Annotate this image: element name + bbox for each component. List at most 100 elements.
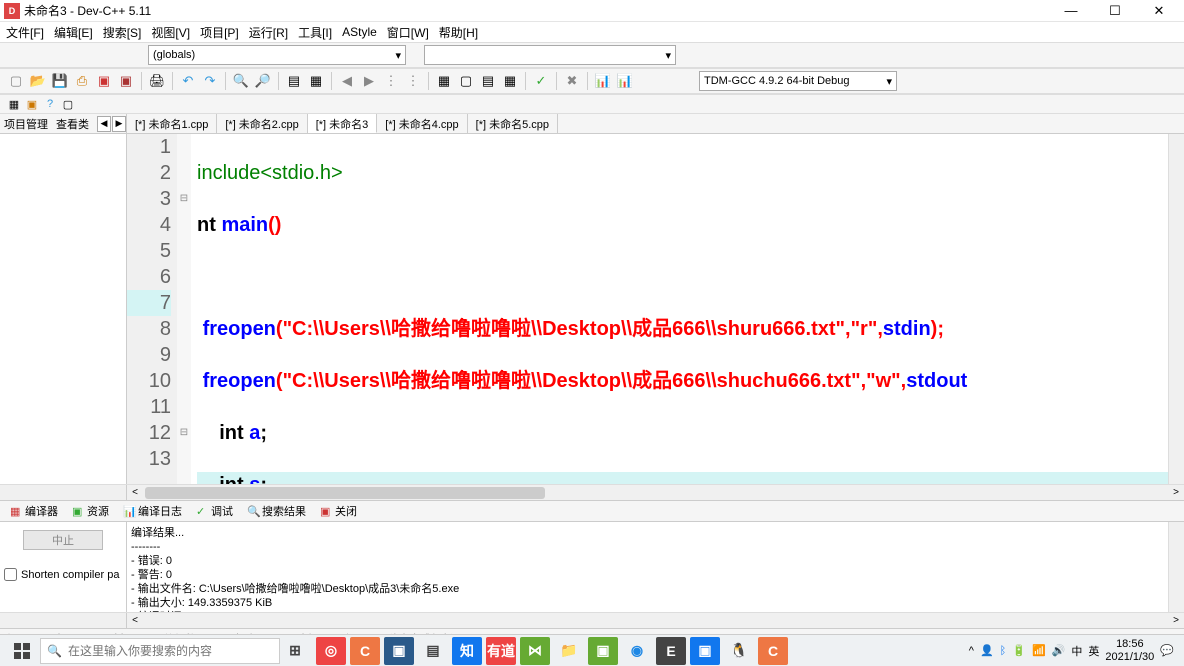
compile-vscrollbar[interactable]	[1168, 522, 1184, 612]
taskbar-edge-icon[interactable]: ◉	[622, 637, 652, 665]
taskbar-app-icon[interactable]: ◎	[316, 637, 346, 665]
editor-vscrollbar[interactable]	[1168, 134, 1184, 484]
tray-notifications-icon[interactable]: 💬	[1160, 644, 1174, 657]
close-file-icon[interactable]: ▣	[94, 71, 114, 91]
menu-window[interactable]: 窗口[W]	[383, 23, 433, 42]
tray-wifi-icon[interactable]: 📶	[1032, 644, 1046, 657]
profile-icon[interactable]: 📊	[593, 71, 613, 91]
open-icon[interactable]: 📂	[28, 71, 48, 91]
about-icon[interactable]: ▢	[60, 96, 76, 112]
tray-people-icon[interactable]: 👤	[980, 644, 994, 657]
menu-view[interactable]: 视图[V]	[147, 23, 194, 42]
code-text[interactable]: include<stdio.h> nt main() freopen("C:\\…	[191, 134, 1168, 484]
run-icon[interactable]: ▢	[456, 71, 476, 91]
profile-delete-icon[interactable]: 📊	[615, 71, 635, 91]
tab-class-view[interactable]: 查看类	[52, 114, 93, 134]
menu-search[interactable]: 搜索[S]	[99, 23, 146, 42]
compile-icon[interactable]: ▦	[434, 71, 454, 91]
taskbar-app-icon[interactable]: ▤	[418, 637, 448, 665]
tray-battery-icon[interactable]: 🔋	[1012, 644, 1026, 657]
undo-icon[interactable]: ↶	[178, 71, 198, 91]
taskbar-app-icon[interactable]: C	[758, 637, 788, 665]
debug-icon[interactable]: ✓	[531, 71, 551, 91]
indent-right-icon[interactable]: ▶	[359, 71, 379, 91]
compile-hscrollbar[interactable]: < >	[127, 613, 1184, 628]
fold-gutter[interactable]: ⊟⊟	[177, 134, 191, 484]
task-view-icon[interactable]: ⊞	[280, 637, 310, 665]
tray-ime-2[interactable]: 英	[1088, 643, 1099, 659]
minimize-button[interactable]: —	[1058, 1, 1084, 21]
scroll-thumb[interactable]	[145, 487, 545, 499]
search-input[interactable]	[68, 644, 273, 658]
taskbar-app-icon[interactable]: 有道	[486, 637, 516, 665]
file-tab[interactable]: [*] 未命名1.cpp	[127, 114, 217, 133]
tab-search-results[interactable]: 🔍搜索结果	[241, 501, 312, 521]
taskbar-app-icon[interactable]: 📁	[554, 637, 584, 665]
new-project-icon[interactable]: ▦	[6, 96, 22, 112]
rebuild-icon[interactable]: ▦	[500, 71, 520, 91]
print-icon[interactable]: 🖨	[147, 71, 167, 91]
compiler-dropdown[interactable]: TDM-GCC 4.9.2 64-bit Debug▾	[699, 71, 897, 91]
menu-file[interactable]: 文件[F]	[2, 23, 48, 42]
help-icon[interactable]: ?	[42, 96, 58, 112]
sidebar-nav-right[interactable]: ▶	[112, 116, 126, 132]
tray-clock[interactable]: 18:56 2021/1/30	[1105, 638, 1154, 664]
sidebar-nav-left[interactable]: ◀	[97, 116, 111, 132]
replace-icon[interactable]: 🔎	[253, 71, 273, 91]
scroll-right-arrow[interactable]: >	[1168, 487, 1184, 498]
shorten-paths-checkbox[interactable]: Shorten compiler pa	[4, 568, 122, 581]
editor-hscrollbar[interactable]: < >	[127, 485, 1184, 500]
menu-run[interactable]: 运行[R]	[245, 23, 292, 42]
menu-help[interactable]: 帮助[H]	[435, 23, 482, 42]
tray-ime-1[interactable]: 中	[1071, 643, 1082, 659]
comment-icon[interactable]: ⋮	[381, 71, 401, 91]
tab-project-manager[interactable]: 项目管理	[0, 114, 52, 134]
toggle-bookmark-icon[interactable]: ▦	[306, 71, 326, 91]
taskbar-app-icon[interactable]: 🐧	[724, 637, 754, 665]
redo-icon[interactable]: ↷	[200, 71, 220, 91]
menu-tools[interactable]: 工具[I]	[294, 23, 336, 42]
menu-project[interactable]: 项目[P]	[196, 23, 243, 42]
file-tab[interactable]: [*] 未命名5.cpp	[468, 114, 558, 133]
menu-edit[interactable]: 编辑[E]	[50, 23, 97, 42]
scroll-right-arrow[interactable]: >	[1168, 615, 1184, 626]
close-button[interactable]: ✕	[1146, 1, 1172, 21]
menu-astyle[interactable]: AStyle	[338, 24, 381, 40]
tab-resources[interactable]: ▣资源	[66, 501, 115, 521]
globals-dropdown[interactable]: (globals)▾	[148, 45, 406, 65]
close-all-icon[interactable]: ▣	[116, 71, 136, 91]
compile-run-icon[interactable]: ▤	[478, 71, 498, 91]
maximize-button[interactable]: ☐	[1102, 1, 1128, 21]
members-dropdown[interactable]: ▾	[424, 45, 676, 65]
taskbar-app-icon[interactable]: ▣	[690, 637, 720, 665]
tab-compiler[interactable]: ▦编译器	[4, 501, 64, 521]
shorten-paths-input[interactable]	[4, 568, 17, 581]
stop-icon[interactable]: ✖	[562, 71, 582, 91]
file-tab[interactable]: [*] 未命名2.cpp	[217, 114, 307, 133]
stop-compile-button[interactable]: 中止	[23, 530, 103, 550]
taskbar-search[interactable]: 🔍	[40, 638, 280, 664]
code-editor[interactable]: 1 2 3 4 5 6 7 8 9 10 11 12 13 ⊟⊟ include…	[127, 134, 1184, 484]
tray-bluetooth-icon[interactable]: ᛒ	[1000, 645, 1007, 657]
taskbar-app-icon[interactable]: ⋈	[520, 637, 550, 665]
taskbar-app-devcpp[interactable]: ▣	[384, 637, 414, 665]
tab-close[interactable]: ▣关闭	[314, 501, 363, 521]
indent-left-icon[interactable]: ◀	[337, 71, 357, 91]
taskbar-app-icon[interactable]: ▣	[588, 637, 618, 665]
scroll-left-arrow[interactable]: <	[127, 487, 143, 498]
taskbar-app-icon[interactable]: C	[350, 637, 380, 665]
new-icon[interactable]: ▢	[6, 71, 26, 91]
start-button[interactable]	[4, 637, 40, 665]
taskbar-app-icon[interactable]: E	[656, 637, 686, 665]
open-project-icon[interactable]: ▣	[24, 96, 40, 112]
tray-chevron-icon[interactable]: ^	[969, 645, 974, 657]
goto-bookmark-icon[interactable]: ▤	[284, 71, 304, 91]
tab-debug[interactable]: ✓调试	[190, 501, 239, 521]
scroll-left-arrow[interactable]: <	[127, 615, 143, 626]
file-tab[interactable]: [*] 未命名4.cpp	[377, 114, 467, 133]
tab-compile-log[interactable]: 📊编译日志	[117, 501, 188, 521]
taskbar-app-icon[interactable]: 知	[452, 637, 482, 665]
tray-volume-icon[interactable]: 🔊	[1052, 644, 1066, 657]
find-icon[interactable]: 🔍	[231, 71, 251, 91]
file-tab-active[interactable]: [*] 未命名3	[308, 114, 378, 133]
